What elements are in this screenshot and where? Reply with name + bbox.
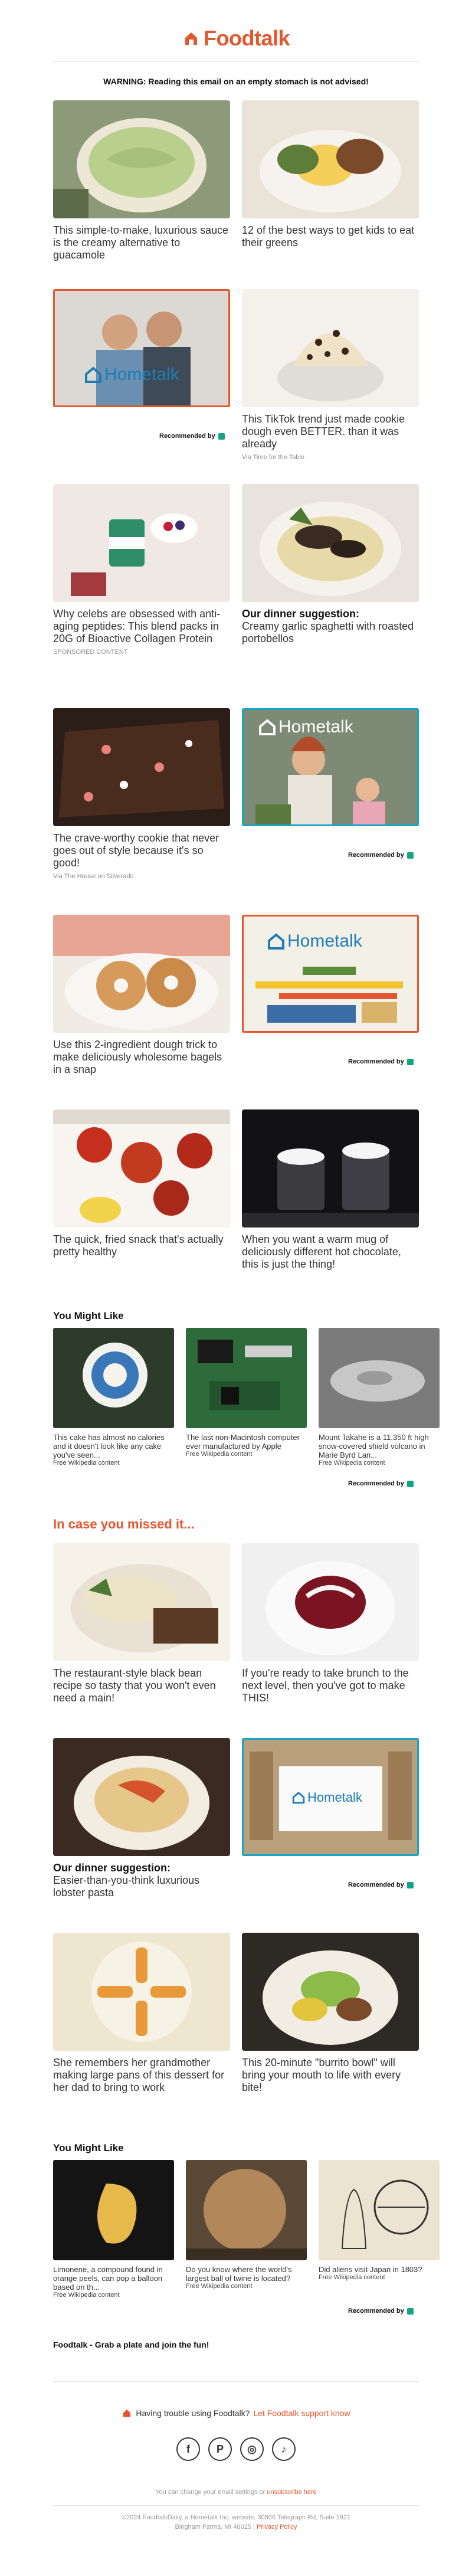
privacy-policy-link[interactable]: Privacy Policy (257, 2523, 297, 2531)
instagram-icon[interactable]: ◎ (240, 2437, 264, 2461)
fried-snack-image (53, 1109, 230, 1228)
guacamole-sauce-image (53, 100, 230, 218)
hometalk-ad[interactable]: Hometalk (242, 1738, 419, 1856)
address-block: ©2024 FoodtalkDaily, a Hometalk Inc. web… (121, 2514, 351, 2531)
burrito-bowl-image (242, 1933, 419, 2051)
article-card[interactable]: Our dinner suggestion: Creamy garlic spag… (242, 484, 419, 645)
house-icon (85, 366, 101, 383)
sponsored-ad-card[interactable]: Hometalk (242, 708, 419, 826)
brunch-image (242, 1543, 419, 1661)
facebook-icon[interactable]: f (176, 2437, 200, 2461)
hometalk-ad[interactable]: Hometalk (53, 289, 230, 407)
hometalk-ad[interactable]: Hometalk (242, 915, 419, 1033)
article-card[interactable]: This TikTok trend just made cookie dough… (242, 289, 419, 461)
email-preferences: You can change your email settings or un… (155, 2489, 317, 2496)
cake-image (53, 1328, 174, 1428)
recommended-by-label[interactable]: Recommended by (348, 1058, 414, 1065)
taboola-icon (407, 1881, 414, 1888)
support-line: Having trouble using Foodtalk? Let Foodt… (53, 2408, 419, 2418)
house-icon (259, 719, 276, 735)
recommended-by-label[interactable]: Recommended by (348, 1881, 414, 1888)
volcano-image (319, 1328, 440, 1428)
black-bean-image (53, 1543, 230, 1661)
house-icon (268, 933, 284, 950)
sponsored-ad-card[interactable]: Hometalk (242, 1738, 419, 1856)
wiki-card[interactable]: The last non-Macintosh computer ever man… (186, 1328, 307, 1458)
divider (53, 61, 419, 62)
article-card[interactable]: She remembers her grandmother making lar… (53, 1933, 230, 2094)
article-card[interactable]: The quick, fried snack that's actually p… (53, 1109, 230, 1258)
divider (53, 2505, 419, 2506)
unsubscribe-link[interactable]: unsubscribe here (267, 2489, 316, 2496)
taboola-icon (407, 1480, 414, 1487)
article-card[interactable]: Why celebs are obsessed with anti-aging … (53, 484, 230, 656)
lobster-pasta-image (53, 1738, 230, 1856)
hometalk-logo: Hometalk (267, 931, 362, 951)
sponsored-ad-card[interactable]: Hometalk (242, 915, 419, 1033)
hometalk-logo: Hometalk (258, 717, 353, 737)
you-might-like-heading: You Might Like (53, 2142, 124, 2153)
article-card[interactable]: The restaurant-style black bean recipe s… (53, 1543, 230, 1704)
cookie-dough-image (242, 289, 419, 407)
kids-greens-image (242, 100, 419, 218)
foodtalk-logo[interactable]: Foodtalk (53, 24, 419, 53)
twine-ball-image (186, 2160, 307, 2260)
limonene-image (53, 2160, 174, 2260)
taboola-icon (407, 2307, 414, 2315)
taboola-icon (407, 1058, 414, 1065)
chef-hat-icon (185, 32, 197, 45)
wiki-card[interactable]: This cake has almost no calories and it … (53, 1328, 174, 1467)
chef-hat-icon (123, 2410, 131, 2417)
article-card[interactable]: This simple-to-make, luxurious sauce is … (53, 100, 230, 261)
bagels-image (53, 915, 230, 1033)
article-card[interactable]: Use this 2-ingredient dough trick to mak… (53, 915, 230, 1076)
taboola-icon (218, 433, 225, 440)
divider (53, 2381, 419, 2382)
recommended-by-label[interactable]: Recommended by (348, 852, 414, 859)
recommended-by-label[interactable]: Recommended by (348, 1480, 414, 1487)
support-link[interactable]: Let Foodtalk support know (253, 2408, 350, 2418)
collagen-peptides-image (53, 484, 230, 602)
article-card[interactable]: The crave-worthy cookie that never goes … (53, 708, 230, 880)
japan-aliens-image (319, 2160, 440, 2260)
cookie-image (53, 708, 230, 826)
signoff-text: Foodtalk - Grab a plate and join the fun… (53, 2340, 209, 2349)
pinterest-icon[interactable]: P (208, 2437, 232, 2461)
grandmother-dessert-image (53, 1933, 230, 2051)
hometalk-logo: Hometalk (84, 365, 179, 385)
recommended-by-label[interactable]: Recommended by (159, 433, 225, 440)
wiki-card[interactable]: Do you know where the world's largest ba… (186, 2160, 307, 2290)
article-card[interactable]: 12 of the best ways to get kids to eat t… (242, 100, 419, 249)
sponsored-ad-card[interactable]: Hometalk (53, 289, 230, 407)
in-case-missed-heading: In case you missed it... (53, 1517, 195, 1531)
article-card[interactable]: Our dinner suggestion: Easier-than-you-th… (53, 1738, 230, 1899)
hometalk-logo: Hometalk (292, 1790, 362, 1805)
house-icon (292, 1792, 305, 1804)
you-might-like-heading: You Might Like (53, 1310, 124, 1321)
warning-banner: WARNING: Reading this email on an empty … (103, 77, 369, 86)
article-card[interactable]: When you want a warm mug of deliciously … (242, 1109, 419, 1271)
hot-chocolate-image (242, 1109, 419, 1228)
recommended-by-label[interactable]: Recommended by (348, 2307, 414, 2315)
computer-board-image (186, 1328, 307, 1428)
article-card[interactable]: This 20-minute "burrito bowl" will bring… (242, 1933, 419, 2094)
tiktok-icon[interactable]: ♪ (272, 2437, 296, 2461)
taboola-icon (407, 852, 414, 859)
wiki-card[interactable]: Mount Takahe is a 11,350 ft high snow-co… (319, 1328, 440, 1467)
wiki-card[interactable]: Limonene, a compound found in orange pee… (53, 2160, 174, 2299)
garlic-spaghetti-image (242, 484, 419, 602)
wiki-card[interactable]: Did aliens visit Japan in 1803? Free Wik… (319, 2160, 440, 2281)
social-links: f P ◎ ♪ (53, 2437, 419, 2461)
hometalk-ad[interactable]: Hometalk (242, 708, 419, 826)
article-card[interactable]: If you're ready to take brunch to the ne… (242, 1543, 419, 1704)
